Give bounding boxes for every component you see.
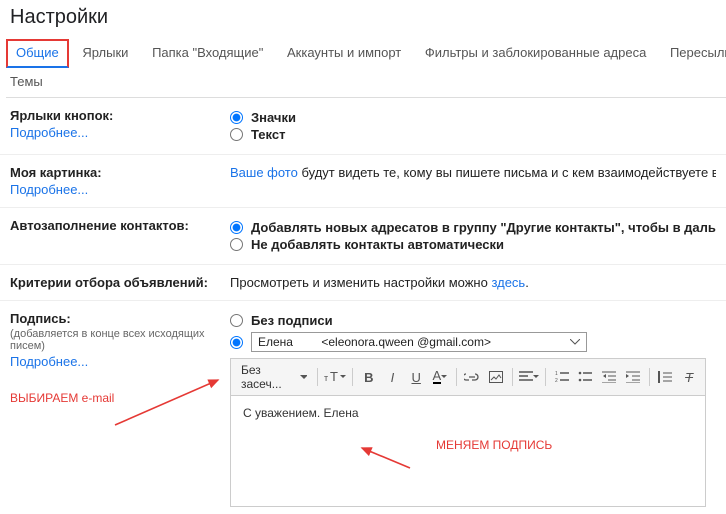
tab-accounts[interactable]: Аккаунты и импорт: [277, 39, 411, 68]
image-icon: [489, 371, 503, 383]
radio-no-add-contacts-input[interactable]: [230, 238, 243, 251]
outdent-button[interactable]: [599, 367, 619, 387]
bold-button[interactable]: B: [359, 367, 379, 387]
signature-heading: Подпись:: [10, 311, 230, 326]
ad-criteria-text: Просмотреть и изменить настройки можно: [230, 275, 491, 290]
your-photo-link[interactable]: Ваше фото: [230, 165, 298, 180]
caret-down-icon: [340, 375, 346, 379]
section-autocomplete: Автозаполнение контактов: Добавлять новы…: [0, 208, 726, 265]
radio-no-signature-input[interactable]: [230, 314, 243, 327]
radio-icons-input[interactable]: [230, 111, 243, 124]
signature-hint: (добавляется в конце всех исходящих писе…: [10, 328, 230, 352]
ad-criteria-heading: Критерии отбора объявлений:: [10, 275, 230, 290]
radio-no-signature[interactable]: Без подписи: [230, 313, 716, 328]
section-ad-criteria: Критерии отбора объявлений: Просмотреть …: [0, 265, 726, 301]
signature-toolbar: Без засеч... тT B I U A: [230, 358, 706, 396]
tab-forward[interactable]: Пересылка и POP/IMAP: [660, 39, 726, 68]
section-my-picture: Моя картинка: Подробнее... Ваше фото буд…: [0, 155, 726, 208]
annotation-change-signature: МЕНЯЕМ ПОДПИСЬ: [436, 438, 552, 452]
remove-format-button[interactable]: T: [679, 367, 699, 387]
font-family-select[interactable]: Без засеч...: [237, 363, 311, 391]
link-icon: [464, 372, 480, 382]
select-email: <eleonora.qween @gmail.com>: [321, 335, 491, 349]
ordered-list-button[interactable]: 12: [552, 367, 572, 387]
tab-filters[interactable]: Фильтры и заблокированные адреса: [415, 39, 656, 68]
section-signature: Подпись: (добавляется в конце всех исход…: [0, 301, 726, 514]
autocomplete-heading: Автозаполнение контактов:: [10, 218, 230, 233]
my-picture-heading: Моя картинка:: [10, 165, 230, 180]
svg-text:2: 2: [555, 378, 558, 383]
radio-signature-select[interactable]: Елена <eleonora.qween @gmail.com>: [230, 332, 716, 352]
tab-labels[interactable]: Ярлыки: [72, 39, 138, 68]
bullet-list-button[interactable]: [576, 367, 596, 387]
section-button-labels: Ярлыки кнопок: Подробнее... Значки Текст: [0, 98, 726, 155]
image-button[interactable]: [486, 367, 506, 387]
radio-signature-select-input[interactable]: [230, 336, 243, 349]
signature-identity-select[interactable]: Елена <eleonora.qween @gmail.com>: [251, 332, 587, 352]
button-labels-heading: Ярлыки кнопок:: [10, 108, 230, 123]
tab-themes[interactable]: Темы: [6, 68, 726, 97]
radio-text-input[interactable]: [230, 128, 243, 141]
signature-more-link[interactable]: Подробнее...: [10, 354, 88, 369]
my-picture-text: будут видеть те, кому вы пишете письма и…: [298, 165, 716, 180]
radio-add-contacts-label: Добавлять новых адресатов в группу "Друг…: [251, 220, 716, 235]
signature-editor[interactable]: С уважением. Елена МЕНЯЕМ ПОДПИСЬ: [230, 396, 706, 507]
font-size-icon: тT: [324, 370, 340, 384]
tab-general[interactable]: Общие: [6, 39, 69, 68]
font-size-button[interactable]: тT: [324, 367, 346, 387]
text-color-button[interactable]: A: [430, 367, 450, 387]
svg-text:т: т: [324, 373, 328, 383]
caret-down-icon: [300, 375, 307, 380]
radio-no-add-contacts-label: Не добавлять контакты автоматически: [251, 237, 504, 252]
settings-tabs: Общие Ярлыки Папка "Входящие" Аккаунты и…: [6, 39, 726, 98]
indent-icon: [626, 371, 640, 383]
signature-text: С уважением. Елена: [243, 406, 359, 420]
my-picture-more-link[interactable]: Подробнее...: [10, 182, 88, 197]
radio-add-contacts-input[interactable]: [230, 221, 243, 234]
svg-text:1: 1: [555, 371, 558, 377]
annotation-select-email: ВЫБИРАЕМ e-mail: [10, 391, 230, 405]
radio-icons-label: Значки: [251, 110, 296, 125]
button-labels-more-link[interactable]: Подробнее...: [10, 125, 88, 140]
radio-icons[interactable]: Значки: [230, 110, 716, 125]
radio-text[interactable]: Текст: [230, 127, 716, 142]
outdent-icon: [602, 371, 616, 383]
quote-icon: [658, 371, 672, 383]
tab-inbox[interactable]: Папка "Входящие": [142, 39, 273, 68]
bullet-list-icon: [578, 371, 592, 383]
radio-no-add-contacts[interactable]: Не добавлять контакты автоматически: [230, 237, 716, 252]
italic-button[interactable]: I: [383, 367, 403, 387]
svg-text:T: T: [330, 370, 338, 384]
quote-button[interactable]: [656, 367, 676, 387]
link-button[interactable]: [463, 367, 483, 387]
ordered-list-icon: 12: [555, 371, 569, 383]
radio-no-signature-label: Без подписи: [251, 313, 333, 328]
radio-add-contacts[interactable]: Добавлять новых адресатов в группу "Друг…: [230, 220, 716, 235]
align-icon: [519, 371, 533, 383]
caret-down-icon: [441, 375, 447, 379]
chevron-down-icon: [570, 339, 580, 345]
caret-down-icon: [533, 375, 539, 379]
page-title: Настройки: [10, 6, 726, 29]
underline-button[interactable]: U: [406, 367, 426, 387]
select-name: Елена: [258, 335, 318, 349]
radio-text-label: Текст: [251, 127, 285, 142]
align-button[interactable]: [519, 367, 539, 387]
indent-button[interactable]: [623, 367, 643, 387]
ad-criteria-link[interactable]: здесь: [491, 275, 525, 290]
